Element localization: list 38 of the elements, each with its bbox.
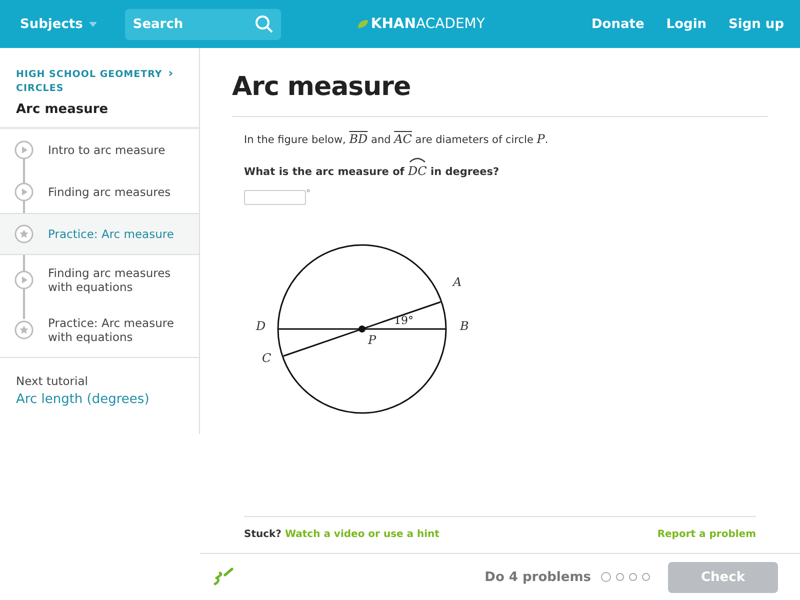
lesson-item[interactable]: Finding arc measures: [0, 171, 199, 213]
caret-icon: [88, 22, 97, 26]
hint-link[interactable]: Watch a video or use a hint: [284, 529, 440, 540]
check-button[interactable]: Check: [668, 562, 778, 592]
arc-mark: [408, 155, 427, 163]
exercise-title: Arc measure: [232, 72, 768, 117]
breadcrumb-link[interactable]: HIGH SCHOOL GEOMETRY: [16, 69, 162, 80]
point-label: A: [453, 275, 462, 289]
logo-text: KHANACADEMY: [370, 16, 485, 32]
next-tutorial-link[interactable]: Arc length (degrees): [16, 392, 150, 407]
lesson-item[interactable]: Intro to arc measure: [0, 129, 199, 171]
goal-text: Do 4 problems: [484, 570, 591, 584]
angle-label: 19°: [394, 314, 414, 327]
subjects-menu[interactable]: Subjects: [20, 16, 97, 32]
leaf-icon: [356, 19, 369, 29]
breadcrumb-link[interactable]: CIRCLES: [16, 83, 64, 94]
degree-unit: °: [306, 190, 310, 199]
question-text: What is the arc measure of DC in degrees?: [244, 154, 756, 178]
nav-link[interactable]: Sign up: [728, 16, 784, 32]
next-tutorial-label: Next tutorial: [16, 374, 89, 388]
nav-link[interactable]: Login: [666, 16, 707, 32]
report-link[interactable]: Report a problem: [657, 529, 756, 540]
problem-statement: In the figure below, BD and AC are diameters of circle P.: [244, 132, 550, 146]
point-label: B: [460, 319, 469, 333]
point-label: C: [262, 351, 272, 365]
point-label: P: [368, 333, 376, 347]
stuck-text: Stuck?: [244, 529, 282, 540]
lesson-item[interactable]: Practice: Arc measure with equations: [0, 305, 199, 355]
scratchpad-icon[interactable]: [212, 567, 234, 587]
breadcrumb-separator: ›: [168, 66, 174, 80]
tutorial-title: Arc measure: [0, 96, 199, 129]
search-icon: [254, 14, 273, 32]
answer-field[interactable]: [244, 190, 306, 205]
nav-link[interactable]: Donate: [592, 16, 644, 32]
lesson-item[interactable]: Practice: Arc measure: [0, 213, 199, 255]
search-field[interactable]: Search: [124, 8, 281, 40]
point-label: D: [256, 319, 266, 333]
lesson-item[interactable]: Finding arc measures with equations: [0, 255, 199, 305]
